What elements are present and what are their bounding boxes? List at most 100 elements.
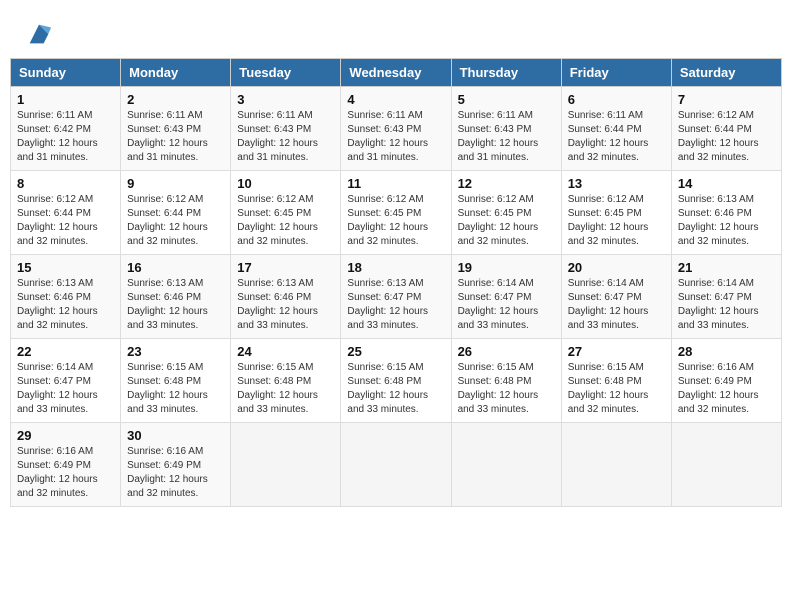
calendar: SundayMondayTuesdayWednesdayThursdayFrid… bbox=[10, 58, 782, 507]
day-info: Sunrise: 6:12 AM Sunset: 6:45 PM Dayligh… bbox=[347, 193, 444, 249]
calendar-cell: 21 Sunrise: 6:14 AM Sunset: 6:47 PM Dayli… bbox=[671, 255, 781, 339]
day-info: Sunrise: 6:16 AM Sunset: 6:49 PM Dayligh… bbox=[678, 361, 775, 417]
calendar-cell: 26 Sunrise: 6:15 AM Sunset: 6:48 PM Dayli… bbox=[451, 339, 561, 423]
day-number: 13 bbox=[568, 176, 665, 191]
calendar-cell: 8Sunrise: 6:12 AM Sunset: 6:44 PM Daylig… bbox=[11, 171, 121, 255]
day-info: Sunrise: 6:11 AM Sunset: 6:44 PM Dayligh… bbox=[568, 109, 665, 165]
calendar-cell bbox=[451, 423, 561, 507]
calendar-cell: 3 Sunrise: 6:11 AM Sunset: 6:43 PM Daylig… bbox=[231, 87, 341, 171]
day-info: Sunrise: 6:12 AM Sunset: 6:44 PM Dayligh… bbox=[127, 193, 224, 249]
day-info: Sunrise: 6:15 AM Sunset: 6:48 PM Dayligh… bbox=[127, 361, 224, 417]
calendar-cell: 18 Sunrise: 6:13 AM Sunset: 6:47 PM Dayli… bbox=[341, 255, 451, 339]
calendar-cell: 25 Sunrise: 6:15 AM Sunset: 6:48 PM Dayli… bbox=[341, 339, 451, 423]
day-info: Sunrise: 6:12 AM Sunset: 6:44 PM Dayligh… bbox=[678, 109, 775, 165]
calendar-cell bbox=[671, 423, 781, 507]
day-info: Sunrise: 6:13 AM Sunset: 6:46 PM Dayligh… bbox=[237, 277, 334, 333]
day-number: 7 bbox=[678, 92, 775, 107]
calendar-cell: 2 Sunrise: 6:11 AM Sunset: 6:43 PM Daylig… bbox=[121, 87, 231, 171]
day-number: 16 bbox=[127, 260, 224, 275]
day-info: Sunrise: 6:12 AM Sunset: 6:45 PM Dayligh… bbox=[458, 193, 555, 249]
day-number: 11 bbox=[347, 176, 444, 191]
calendar-cell: 19Sunrise: 6:14 AM Sunset: 6:47 PM Dayli… bbox=[451, 255, 561, 339]
column-header-sunday: Sunday bbox=[11, 59, 121, 87]
day-info: Sunrise: 6:11 AM Sunset: 6:43 PM Dayligh… bbox=[458, 109, 555, 165]
day-number: 18 bbox=[347, 260, 444, 275]
day-number: 28 bbox=[678, 344, 775, 359]
calendar-cell: 1 Sunrise: 6:11 AM Sunset: 6:42 PM Daylig… bbox=[11, 87, 121, 171]
day-number: 29 bbox=[17, 428, 114, 443]
day-number: 22 bbox=[17, 344, 114, 359]
day-number: 9 bbox=[127, 176, 224, 191]
calendar-cell bbox=[231, 423, 341, 507]
day-number: 10 bbox=[237, 176, 334, 191]
logo bbox=[25, 20, 57, 48]
calendar-cell: 16 Sunrise: 6:13 AM Sunset: 6:46 PM Dayli… bbox=[121, 255, 231, 339]
day-number: 17 bbox=[237, 260, 334, 275]
day-info: Sunrise: 6:13 AM Sunset: 6:46 PM Dayligh… bbox=[678, 193, 775, 249]
day-info: Sunrise: 6:12 AM Sunset: 6:45 PM Dayligh… bbox=[237, 193, 334, 249]
day-info: Sunrise: 6:11 AM Sunset: 6:43 PM Dayligh… bbox=[347, 109, 444, 165]
day-info: Sunrise: 6:11 AM Sunset: 6:43 PM Dayligh… bbox=[237, 109, 334, 165]
day-info: Sunrise: 6:15 AM Sunset: 6:48 PM Dayligh… bbox=[568, 361, 665, 417]
column-header-thursday: Thursday bbox=[451, 59, 561, 87]
day-number: 3 bbox=[237, 92, 334, 107]
calendar-cell bbox=[561, 423, 671, 507]
calendar-cell: 17 Sunrise: 6:13 AM Sunset: 6:46 PM Dayli… bbox=[231, 255, 341, 339]
header bbox=[10, 10, 782, 53]
day-info: Sunrise: 6:12 AM Sunset: 6:44 PM Dayligh… bbox=[17, 193, 114, 249]
calendar-cell: 22 Sunrise: 6:14 AM Sunset: 6:47 PM Dayli… bbox=[11, 339, 121, 423]
day-info: Sunrise: 6:13 AM Sunset: 6:47 PM Dayligh… bbox=[347, 277, 444, 333]
logo-icon bbox=[25, 20, 53, 48]
day-info: Sunrise: 6:14 AM Sunset: 6:47 PM Dayligh… bbox=[678, 277, 775, 333]
week-row-1: 1 Sunrise: 6:11 AM Sunset: 6:42 PM Daylig… bbox=[11, 87, 782, 171]
calendar-cell: 13 Sunrise: 6:12 AM Sunset: 6:45 PM Dayli… bbox=[561, 171, 671, 255]
day-number: 24 bbox=[237, 344, 334, 359]
day-number: 30 bbox=[127, 428, 224, 443]
calendar-cell: 5 Sunrise: 6:11 AM Sunset: 6:43 PM Daylig… bbox=[451, 87, 561, 171]
calendar-cell: 29 Sunrise: 6:16 AM Sunset: 6:49 PM Dayli… bbox=[11, 423, 121, 507]
week-row-5: 29 Sunrise: 6:16 AM Sunset: 6:49 PM Dayli… bbox=[11, 423, 782, 507]
day-number: 15 bbox=[17, 260, 114, 275]
column-header-tuesday: Tuesday bbox=[231, 59, 341, 87]
day-info: Sunrise: 6:11 AM Sunset: 6:43 PM Dayligh… bbox=[127, 109, 224, 165]
day-info: Sunrise: 6:15 AM Sunset: 6:48 PM Dayligh… bbox=[237, 361, 334, 417]
column-header-wednesday: Wednesday bbox=[341, 59, 451, 87]
calendar-cell: 20Sunrise: 6:14 AM Sunset: 6:47 PM Dayli… bbox=[561, 255, 671, 339]
day-info: Sunrise: 6:12 AM Sunset: 6:45 PM Dayligh… bbox=[568, 193, 665, 249]
day-number: 26 bbox=[458, 344, 555, 359]
day-number: 5 bbox=[458, 92, 555, 107]
week-row-2: 8Sunrise: 6:12 AM Sunset: 6:44 PM Daylig… bbox=[11, 171, 782, 255]
calendar-header-row: SundayMondayTuesdayWednesdayThursdayFrid… bbox=[11, 59, 782, 87]
calendar-cell: 28 Sunrise: 6:16 AM Sunset: 6:49 PM Dayli… bbox=[671, 339, 781, 423]
calendar-cell: 11 Sunrise: 6:12 AM Sunset: 6:45 PM Dayli… bbox=[341, 171, 451, 255]
day-number: 14 bbox=[678, 176, 775, 191]
day-number: 1 bbox=[17, 92, 114, 107]
week-row-3: 15 Sunrise: 6:13 AM Sunset: 6:46 PM Dayli… bbox=[11, 255, 782, 339]
calendar-body: 1 Sunrise: 6:11 AM Sunset: 6:42 PM Daylig… bbox=[11, 87, 782, 507]
calendar-cell: 10 Sunrise: 6:12 AM Sunset: 6:45 PM Dayli… bbox=[231, 171, 341, 255]
day-number: 19 bbox=[458, 260, 555, 275]
column-header-friday: Friday bbox=[561, 59, 671, 87]
calendar-cell: 9 Sunrise: 6:12 AM Sunset: 6:44 PM Daylig… bbox=[121, 171, 231, 255]
day-info: Sunrise: 6:14 AM Sunset: 6:47 PM Dayligh… bbox=[17, 361, 114, 417]
day-info: Sunrise: 6:15 AM Sunset: 6:48 PM Dayligh… bbox=[347, 361, 444, 417]
day-info: Sunrise: 6:13 AM Sunset: 6:46 PM Dayligh… bbox=[127, 277, 224, 333]
week-row-4: 22 Sunrise: 6:14 AM Sunset: 6:47 PM Dayli… bbox=[11, 339, 782, 423]
calendar-cell: 27 Sunrise: 6:15 AM Sunset: 6:48 PM Dayli… bbox=[561, 339, 671, 423]
day-number: 4 bbox=[347, 92, 444, 107]
calendar-cell bbox=[341, 423, 451, 507]
calendar-cell: 24 Sunrise: 6:15 AM Sunset: 6:48 PM Dayli… bbox=[231, 339, 341, 423]
day-number: 21 bbox=[678, 260, 775, 275]
day-number: 27 bbox=[568, 344, 665, 359]
calendar-cell: 7 Sunrise: 6:12 AM Sunset: 6:44 PM Daylig… bbox=[671, 87, 781, 171]
day-number: 25 bbox=[347, 344, 444, 359]
day-number: 2 bbox=[127, 92, 224, 107]
day-info: Sunrise: 6:15 AM Sunset: 6:48 PM Dayligh… bbox=[458, 361, 555, 417]
day-info: Sunrise: 6:11 AM Sunset: 6:42 PM Dayligh… bbox=[17, 109, 114, 165]
day-number: 23 bbox=[127, 344, 224, 359]
calendar-cell: 14 Sunrise: 6:13 AM Sunset: 6:46 PM Dayli… bbox=[671, 171, 781, 255]
day-info: Sunrise: 6:13 AM Sunset: 6:46 PM Dayligh… bbox=[17, 277, 114, 333]
column-header-saturday: Saturday bbox=[671, 59, 781, 87]
day-info: Sunrise: 6:16 AM Sunset: 6:49 PM Dayligh… bbox=[127, 445, 224, 501]
day-info: Sunrise: 6:16 AM Sunset: 6:49 PM Dayligh… bbox=[17, 445, 114, 501]
